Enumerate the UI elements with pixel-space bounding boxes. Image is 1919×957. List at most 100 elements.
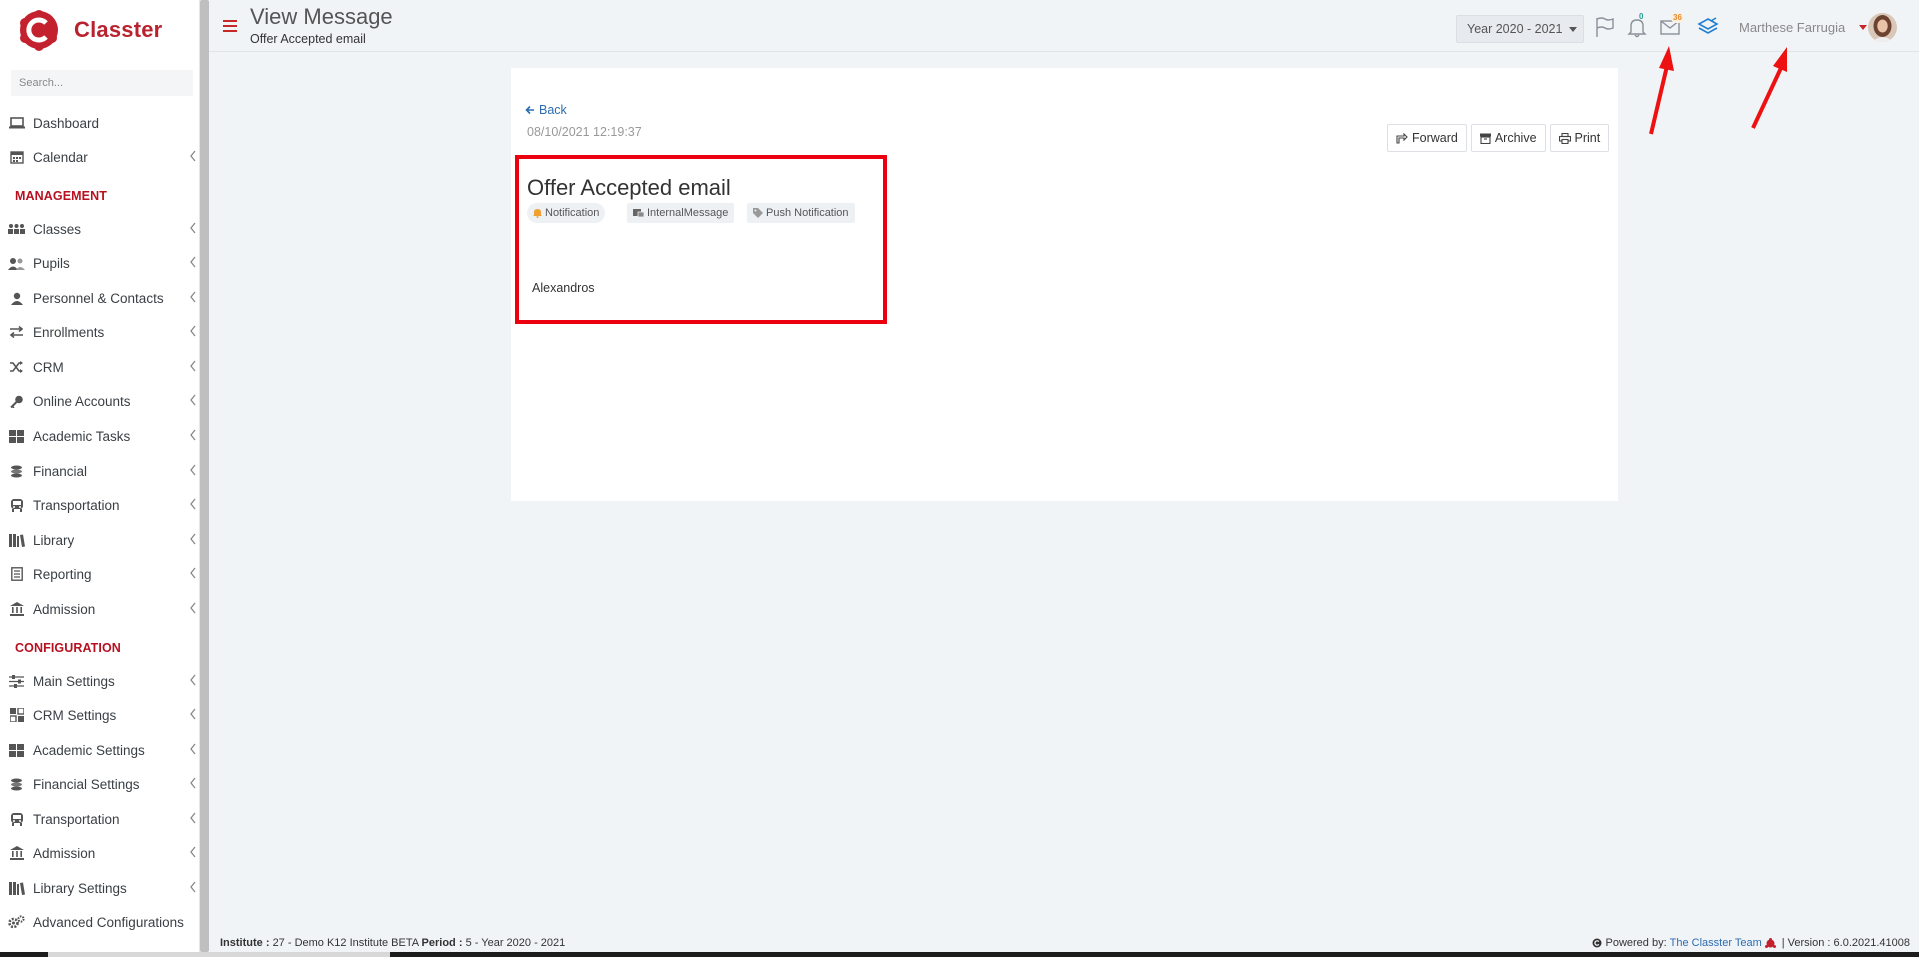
sidebar-item-label: Admission: [33, 845, 96, 861]
sidebar-item-label: Financial Settings: [33, 776, 140, 792]
sidebar-item-label: Admission: [33, 601, 96, 617]
sidebar-item-enrollments[interactable]: Enrollments: [8, 321, 198, 343]
sidebar-item-transportation[interactable]: Transportation: [8, 494, 198, 516]
laptop-icon: [8, 116, 25, 130]
message-title: Offer Accepted email: [527, 175, 731, 200]
bus-icon: [8, 812, 25, 826]
chevron-left-icon: [190, 602, 196, 614]
print-button[interactable]: Print: [1549, 124, 1610, 152]
sidebar-item-admission-settings[interactable]: Admission: [8, 842, 198, 864]
back-label: Back: [539, 103, 567, 117]
layers-icon[interactable]: [1697, 16, 1719, 38]
exchange-icon: [8, 325, 25, 339]
key-icon: [8, 394, 25, 408]
sidebar-item-pupils[interactable]: Pupils: [8, 252, 198, 274]
print-icon: [1558, 132, 1571, 144]
sidebar-item-label: Enrollments: [33, 324, 105, 340]
powered-label: Powered by:: [1605, 937, 1667, 949]
sidebar-item-label: Personnel & Contacts: [33, 290, 164, 306]
archive-button[interactable]: Archive: [1470, 124, 1546, 152]
chevron-left-icon: [190, 291, 196, 303]
sidebar-item-admission[interactable]: Admission: [8, 598, 198, 620]
person-icon: [8, 291, 25, 305]
sidebar-item-calendar[interactable]: Calendar: [8, 146, 198, 168]
forward-label: Forward: [1412, 131, 1458, 145]
top-header: View Message Offer Accepted email Year 2…: [209, 0, 1919, 52]
sidebar-item-main-settings[interactable]: Main Settings: [8, 670, 198, 692]
tag-label: Push Notification: [766, 207, 849, 219]
messages-button[interactable]: 36: [1659, 13, 1684, 38]
cogs-icon: [8, 915, 25, 929]
sidebar-item-label: Classes: [33, 221, 82, 237]
sidebar-item-dashboard[interactable]: Dashboard: [8, 112, 198, 134]
red-arrow-icon: [1751, 47, 1787, 129]
sidebar-item-label: Pupils: [33, 255, 70, 271]
forward-button[interactable]: Forward: [1387, 124, 1467, 152]
sidebar-item-library[interactable]: Library: [8, 529, 198, 551]
sliders-icon: [8, 674, 25, 688]
message-card: Back 08/10/2021 12:19:37 Forward Archive…: [511, 68, 1618, 501]
sidebar-item-academic-settings[interactable]: Academic Settings: [8, 739, 198, 761]
chevron-left-icon: [190, 708, 196, 720]
avatar[interactable]: [1868, 13, 1897, 42]
sidebar-item-label: Academic Tasks: [33, 428, 131, 444]
sidebar-item-advanced-configurations[interactable]: Advanced Configurations: [8, 911, 198, 933]
chevron-left-icon: [190, 812, 196, 824]
chevron-left-icon: [190, 464, 196, 476]
books-icon: [8, 533, 25, 547]
search-input[interactable]: [11, 70, 193, 96]
tag-push-notification: Push Notification: [747, 203, 855, 223]
sidebar-item-crm[interactable]: CRM: [8, 356, 198, 378]
sidebar-item-label: Library: [33, 532, 75, 548]
sidebar: Classter Dashboard Calendar MANAGEMENT C…: [0, 0, 200, 957]
sidebar-item-transportation-settings[interactable]: Transportation: [8, 808, 198, 830]
hamburger-menu-icon[interactable]: [223, 20, 237, 32]
tag-internal-message: InternalMessage: [627, 203, 735, 223]
sidebar-item-academic-tasks[interactable]: Academic Tasks: [8, 425, 198, 447]
sidebar-item-financial-settings[interactable]: Financial Settings: [8, 773, 198, 795]
chevron-left-icon: [190, 360, 196, 372]
period-value: 5 - Year 2020 - 2021: [465, 937, 566, 949]
institute-value: 27 - Demo K12 Institute BETA: [272, 937, 419, 949]
brand[interactable]: Classter: [18, 8, 162, 52]
classter-logo-icon: [20, 10, 58, 51]
archive-label: Archive: [1494, 131, 1537, 145]
user-name[interactable]: Marthese Farrugia: [1739, 20, 1845, 35]
arrow-left-icon: [525, 105, 534, 115]
sidebar-item-personnel[interactable]: Personnel & Contacts: [8, 287, 198, 309]
sidebar-item-financial[interactable]: Financial: [8, 460, 198, 482]
sidebar-scrollbar[interactable]: [200, 0, 209, 952]
archive-icon: [1479, 133, 1491, 144]
sidebar-item-reporting[interactable]: Reporting: [8, 563, 198, 585]
year-select[interactable]: Year 2020 - 2021: [1456, 15, 1584, 43]
institute-label: Institute :: [220, 937, 270, 949]
chevron-left-icon: [190, 743, 196, 755]
users-icon: [8, 256, 25, 270]
footer-info: Institute : 27 - Demo K12 Institute BETA…: [220, 937, 565, 949]
calendar-icon: [8, 150, 25, 164]
notifications-button[interactable]: 0: [1626, 13, 1648, 38]
bell-icon: [1627, 19, 1647, 38]
bus-icon: [8, 498, 25, 512]
chevron-left-icon: [190, 567, 196, 579]
user-caret-icon[interactable]: [1859, 25, 1867, 30]
classter-team-link[interactable]: The Classter Team: [1670, 937, 1762, 949]
sidebar-item-online-accounts[interactable]: Online Accounts: [8, 390, 198, 412]
sidebar-item-label: Calendar: [33, 149, 88, 165]
institution-icon: [8, 602, 25, 616]
sidebar-item-crm-settings[interactable]: CRM Settings: [8, 704, 198, 726]
sidebar-item-label: Online Accounts: [33, 393, 131, 409]
copyright-icon: [1592, 938, 1602, 948]
crm-settings-icon: [8, 708, 25, 722]
red-arrow-icon: [1649, 46, 1674, 135]
sidebar-item-library-settings[interactable]: Library Settings: [8, 877, 198, 899]
classes-icon: [8, 222, 25, 236]
sidebar-item-classes[interactable]: Classes: [8, 218, 198, 240]
chevron-left-icon: [190, 256, 196, 268]
back-link[interactable]: Back: [525, 103, 567, 117]
bottom-scroll-thumb[interactable]: [48, 952, 390, 957]
chevron-left-icon: [190, 222, 196, 234]
books-icon: [8, 881, 25, 895]
flag-icon[interactable]: [1593, 16, 1615, 38]
coins-icon: [8, 464, 25, 478]
